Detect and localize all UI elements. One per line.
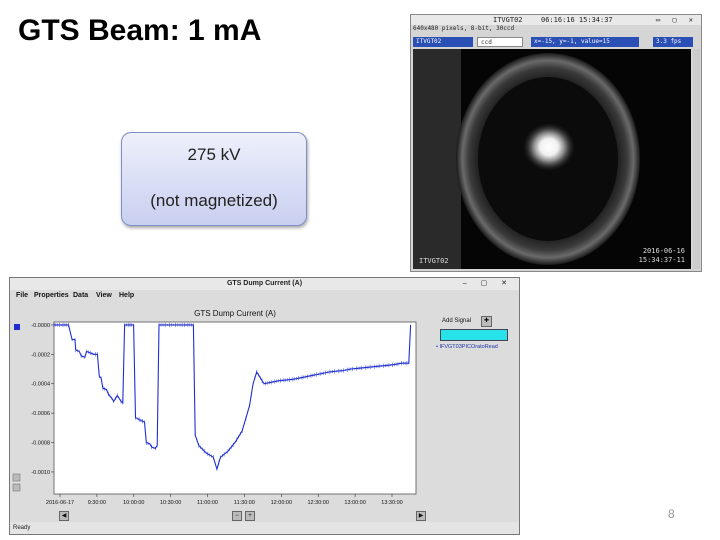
y-tick-label: -0.0002 [31,352,50,358]
y-tick-label: -0.0010 [31,470,50,476]
plot-area [53,321,417,495]
mode-select[interactable]: ccd [477,37,523,47]
window-controls[interactable]: ▭ ▢ ✕ [656,15,697,25]
beam-image [413,49,691,269]
camera-scrollbar[interactable] [693,49,700,269]
y-tick-label: -0.0000 [31,323,50,329]
x-tick-label: 13:30:00 [381,500,402,506]
camera-info-text: 640x480 pixels, 8-bit, 30ccd [413,25,515,32]
signal-input[interactable] [440,329,508,341]
menu-help[interactable]: Help [119,290,134,302]
camera-title-bar: ITVGT02 06:16:16 15:34:37 ▭ ▢ ✕ [411,15,701,25]
x-tick-label: 13:00:00 [344,500,365,506]
menu-view[interactable]: View [96,290,112,302]
window-controls[interactable]: – ▢ ✕ [463,278,513,290]
status-bar: Ready [10,522,519,534]
x-tick-label: 9:30:00 [88,500,106,506]
camera-window-title: ITVGT02 [493,16,523,24]
callout-voltage: 275 kV [187,145,241,164]
plot-window-title: GTS Dump Current (A) [226,280,303,287]
scroll-up-button [12,473,21,482]
chart-title: GTS Dump Current (A) [194,309,276,318]
x-tick-label: 11:30:00 [234,500,255,506]
camera-timestamp: 06:16:16 15:34:37 [541,16,613,24]
camera-select[interactable]: ITVGT02 [413,37,473,47]
legend-panel: Add Signal ✚ • IFVGT03PICOratoRead [430,302,519,508]
callout-note: (not magnetized) [150,191,278,210]
x-tick-label: 12:00:00 [271,500,292,506]
legend-entry[interactable]: • IFVGT03PICOratoRead [436,344,498,350]
pixel-readout: x=-15, y=-1, value=15 [531,37,639,47]
legend-signal-name: IFVGT03PICOratoRead [439,344,498,350]
scroll-right-button[interactable]: ▶ [416,511,426,521]
plot-window: GTS Dump Current (A) – ▢ ✕ File Properti… [9,277,520,535]
camera-overlay-name: ITVGT02 [419,257,449,265]
plot-panel: GTS Dump Current (A) -0.0000 -0.0002 -0.000… [10,302,430,518]
slide-title: GTS Beam: 1 mA [18,14,262,47]
fps-display: 3.3 fps [653,37,693,47]
x-tick-label: 10:00:00 [123,500,144,506]
x-tick-label: 11:00:00 [197,500,218,506]
y-tick-label: -0.0008 [31,441,50,447]
camera-overlay-time: 15:34:37-11 [638,256,685,264]
menu-bar: File Properties Data View Help [10,290,519,302]
menu-properties[interactable]: Properties [34,290,69,302]
x-tick-label: 10:30:00 [160,500,181,506]
zoom-in-icon[interactable]: + [245,511,255,521]
x-tick-label: 2016-06-17 [46,500,74,506]
y-tick-label: -0.0004 [31,382,50,388]
camera-overlay-datetime: 2016-06-16 15:34:37-11 [639,247,685,265]
axis-color-indicator [14,324,20,330]
voltage-callout: 275 kV (not magnetized) [121,132,307,226]
scroll-down-button [12,483,21,492]
scroll-left-button[interactable]: ◀ [59,511,69,521]
zoom-out-icon[interactable]: − [232,511,242,521]
menu-file[interactable]: File [16,290,28,302]
menu-data[interactable]: Data [73,290,88,302]
camera-overlay-date: 2016-06-16 [642,247,685,255]
add-signal-label: Add Signal [442,318,472,324]
y-tick-label: -0.0006 [31,411,50,417]
legend-bullet-icon: • [436,344,438,350]
camera-toolbar: ITVGT02 ccd x=-15, y=-1, value=15 3.3 fp… [411,35,701,49]
plot-title-bar: GTS Dump Current (A) – ▢ ✕ [10,278,519,290]
add-signal-button[interactable]: ✚ [481,316,492,327]
slide-number: 8 [668,507,675,521]
x-tick-label: 12:30:00 [308,500,329,506]
camera-image: ITVGT02 2016-06-16 15:34:37-11 [413,49,691,269]
dump-current-chart: GTS Dump Current (A) -0.0000 -0.0002 -0.000… [12,309,417,518]
camera-window: ITVGT02 06:16:16 15:34:37 ▭ ▢ ✕ 640x480 … [410,14,702,272]
